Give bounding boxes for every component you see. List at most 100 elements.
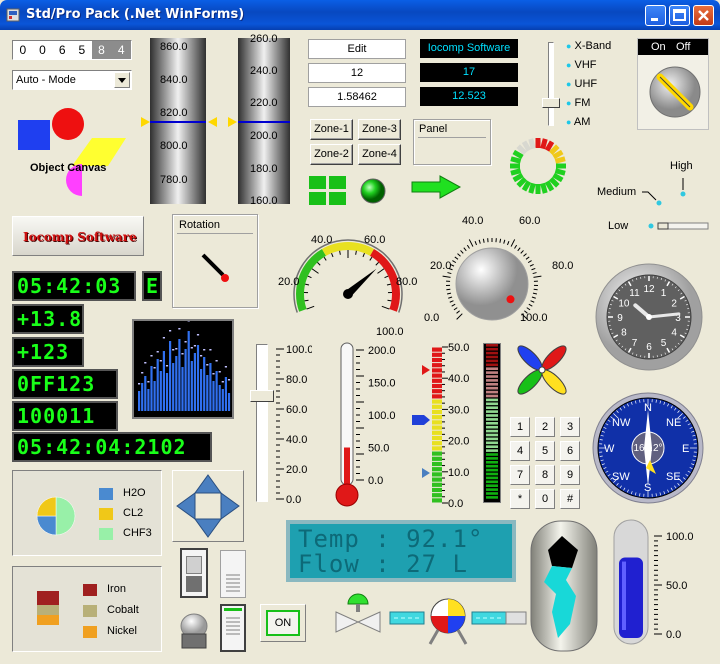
slider-scale-a[interactable]: 860.0 840.0 820.0 800.0 780.0 <box>150 38 206 204</box>
push-button-icon[interactable] <box>176 612 212 655</box>
thermo-label: 100.0 <box>368 410 396 422</box>
level-segment <box>432 352 442 357</box>
spectrum-bar <box>147 389 150 411</box>
spectrum-peak <box>218 371 221 373</box>
mode-select[interactable]: Auto - Mode <box>12 70 132 90</box>
band-option[interactable]: ● VHF <box>566 59 611 78</box>
zone-4-button[interactable]: Zone-4 <box>358 144 401 165</box>
pipe-system <box>334 590 530 650</box>
toggle-switch-b[interactable] <box>220 550 246 598</box>
right-arrow-icon <box>220 492 240 520</box>
close-button[interactable] <box>693 5 714 26</box>
vertical-slider-thumb[interactable] <box>250 390 274 402</box>
spectrum-bar <box>212 381 215 411</box>
toggle-switch-a[interactable] <box>180 548 208 598</box>
keypad-key[interactable]: 3 <box>560 417 580 437</box>
led-column-segment <box>486 422 498 425</box>
keypad-key[interactable]: 4 <box>510 441 530 461</box>
keypad-key[interactable]: 9 <box>560 465 580 485</box>
tube-label: 100.0 <box>666 531 694 543</box>
on-button[interactable]: ON <box>260 604 306 642</box>
knob-tick-mark <box>532 292 538 295</box>
ring-segment <box>510 156 522 164</box>
slider-pointer-line <box>238 121 290 123</box>
band-option[interactable]: ● X-Band <box>566 40 611 59</box>
edit-field[interactable]: Edit <box>308 39 406 59</box>
main-window: Std/Pro Pack (.Net WinForms) 0 0 6 5 8 4… <box>0 0 720 664</box>
integer-field[interactable]: 12 <box>308 63 406 83</box>
selector-medium-label[interactable]: Medium <box>597 186 636 198</box>
gauge-tick-mark <box>339 250 341 255</box>
selector-low-label[interactable]: Low <box>608 220 628 232</box>
tick-label: 840.0 <box>160 74 188 86</box>
knob-tick-mark <box>453 307 458 311</box>
up-arrow-icon <box>194 474 222 494</box>
led-bin-display: 100011 <box>12 401 118 431</box>
toggle-active-indicator <box>224 608 242 611</box>
vertical-slider-track <box>256 344 268 502</box>
spectrum-bar <box>178 339 181 411</box>
knob-tick-mark <box>451 303 456 307</box>
led-column-segment <box>486 351 498 355</box>
spectrum-peak <box>227 379 231 381</box>
led-column-segment <box>486 468 498 472</box>
direction-pad[interactable] <box>172 470 244 542</box>
object-canvas-label: Object Canvas <box>30 162 107 174</box>
gauge-tick: 100.0 <box>376 326 404 338</box>
pointer-arrow-icon[interactable] <box>228 117 238 130</box>
pointer-arrow-icon[interactable] <box>141 117 151 130</box>
selector-switch[interactable] <box>640 172 712 235</box>
panel-box: Panel <box>413 119 491 165</box>
title-bar[interactable]: Std/Pro Pack (.Net WinForms) <box>0 0 720 30</box>
arrow-right-icon[interactable] <box>410 175 462 202</box>
led-column-segment <box>486 429 498 433</box>
band-option[interactable]: ● AM <box>566 116 611 135</box>
maximize-button[interactable] <box>669 5 690 26</box>
level-segment <box>432 363 442 368</box>
level-segment <box>432 389 442 394</box>
zone-3-button[interactable]: Zone-3 <box>358 119 401 140</box>
onoff-rotary-switch[interactable]: On Off <box>637 38 709 130</box>
led-column-segment <box>486 355 498 359</box>
keypad-key[interactable]: 8 <box>535 465 555 485</box>
odometer-digit: 5 <box>78 43 86 57</box>
keypad-key[interactable]: 1 <box>510 417 530 437</box>
spectrum-peak <box>209 349 212 351</box>
keypad-key[interactable]: 0 <box>535 489 555 509</box>
keypad-key[interactable]: 2 <box>535 417 555 437</box>
valve-icon <box>335 611 360 633</box>
knob-tick-mark <box>533 288 538 291</box>
selector-high-label[interactable]: High <box>670 160 693 172</box>
spectrum-bar <box>218 385 221 411</box>
level-segment <box>432 399 442 404</box>
zone-1-button[interactable]: Zone-1 <box>310 119 353 140</box>
pointer-arrow-icon[interactable] <box>208 117 218 130</box>
switch-grid-icon[interactable] <box>309 176 347 209</box>
knob-tick-mark <box>468 239 474 247</box>
valve-indicator-icon <box>347 593 369 605</box>
band-switch-thumb[interactable] <box>542 98 560 108</box>
spectrum-bar <box>175 356 178 411</box>
keypad-key[interactable]: 5 <box>535 441 555 461</box>
knob-tick-mark <box>506 241 510 246</box>
minimize-button[interactable] <box>645 5 666 26</box>
band-option[interactable]: ● FM <box>566 97 611 116</box>
knob-tick-mark <box>530 300 535 303</box>
scale-label: 100.0 <box>286 344 312 356</box>
rotary-knob[interactable]: 0.0 20.0 40.0 60.0 80.0 100.0 <box>420 212 573 330</box>
toggle-switch-c[interactable] <box>220 604 246 652</box>
keypad-key[interactable]: 7 <box>510 465 530 485</box>
keypad-key[interactable]: # <box>560 489 580 509</box>
bar-segment-iron <box>37 591 59 605</box>
keypad-key[interactable]: * <box>510 489 530 509</box>
slider-scale-b[interactable]: 260.0 240.0 220.0 200.0 180.0 160.0 <box>238 33 290 207</box>
toggle-paddle <box>186 556 202 574</box>
zone-2-button[interactable]: Zone-2 <box>310 144 353 165</box>
band-option[interactable]: ● UHF <box>566 78 611 97</box>
float-field[interactable]: 1.58462 <box>308 87 406 107</box>
keypad-key[interactable]: 6 <box>560 441 580 461</box>
level-segment <box>432 446 442 451</box>
chevron-down-icon[interactable] <box>114 72 130 88</box>
knob-tick-mark <box>449 300 454 303</box>
lcd-float-display: 12.523 <box>420 87 518 106</box>
